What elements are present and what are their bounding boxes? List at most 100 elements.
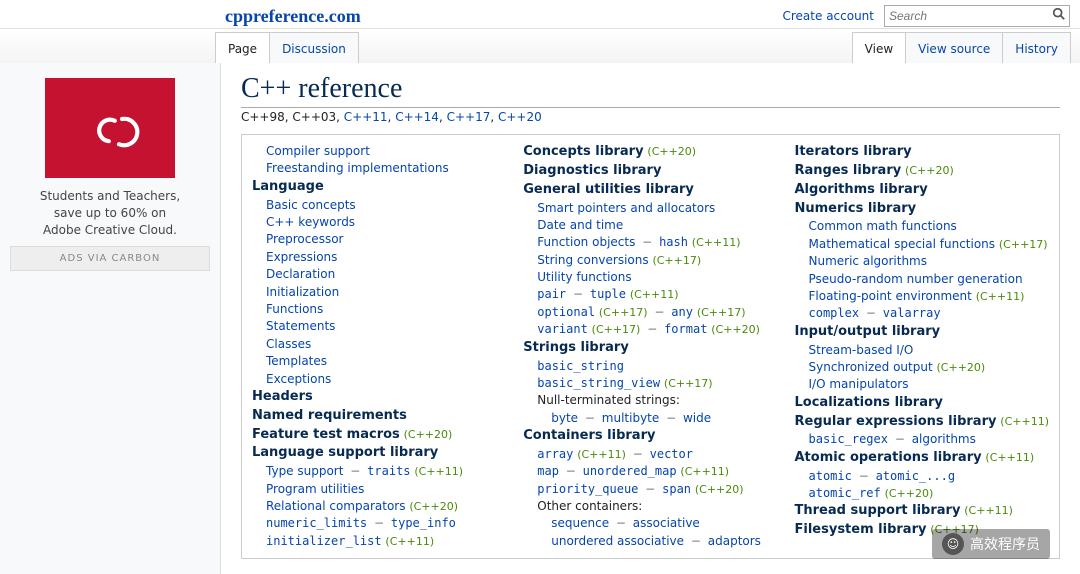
hd-concepts[interactable]: Concepts library [523, 144, 643, 159]
link-hash[interactable]: hash [659, 235, 688, 249]
link-unordered-map[interactable]: unordered_map [583, 464, 677, 478]
std-c14[interactable]: C++14 [395, 110, 439, 124]
link-prng[interactable]: Pseudo-random number generation [809, 272, 1023, 286]
link-traits[interactable]: traits [367, 464, 410, 478]
link-stream-io[interactable]: Stream-based I/O [809, 343, 914, 357]
link-classes[interactable]: Classes [266, 337, 311, 351]
search-input[interactable] [884, 5, 1070, 27]
create-account-link[interactable]: Create account [783, 9, 875, 23]
link-basic-concepts[interactable]: Basic concepts [266, 198, 356, 212]
link-freestanding[interactable]: Freestanding implementations [266, 161, 449, 175]
link-atomic[interactable]: atomic [809, 469, 852, 483]
hd-diagnostics[interactable]: Diagnostics library [523, 163, 661, 178]
hd-named-req[interactable]: Named requirements [252, 408, 407, 423]
link-templates[interactable]: Templates [266, 354, 327, 368]
link-keywords[interactable]: C++ keywords [266, 215, 355, 229]
link-multibyte[interactable]: multibyte [602, 411, 659, 425]
hd-lang-support[interactable]: Language support library [252, 445, 438, 460]
tab-view-source[interactable]: View source [905, 32, 1003, 63]
link-priority-queue[interactable]: priority_queue [537, 482, 638, 496]
link-unordered-assoc[interactable]: unordered associative [551, 534, 684, 548]
link-datetime[interactable]: Date and time [537, 218, 623, 232]
link-util-func[interactable]: Utility functions [537, 270, 631, 284]
link-reg-algorithms[interactable]: algorithms [912, 432, 976, 446]
std-c17[interactable]: C++17 [447, 110, 491, 124]
ad-image[interactable] [45, 78, 175, 178]
hd-io[interactable]: Input/output library [795, 324, 941, 339]
tab-page[interactable]: Page [215, 32, 270, 63]
hd-atomic[interactable]: Atomic operations library [795, 450, 982, 465]
link-span[interactable]: span [662, 482, 691, 496]
link-func-obj[interactable]: Function objects [537, 235, 635, 249]
link-byte[interactable]: byte [551, 411, 578, 425]
link-statements[interactable]: Statements [266, 319, 335, 333]
hd-feature-test[interactable]: Feature test macros [252, 427, 400, 442]
link-array[interactable]: array [537, 447, 573, 461]
link-adaptors[interactable]: adaptors [708, 534, 761, 548]
hd-filesystem[interactable]: Filesystem library [795, 522, 927, 537]
link-type-support[interactable]: Type support [266, 464, 343, 478]
sidebar: Students and Teachers, save up to 60% on… [0, 63, 220, 574]
hd-containers[interactable]: Containers library [523, 428, 655, 443]
link-optional[interactable]: optional [537, 305, 595, 319]
link-atomic-flag[interactable]: atomic_...g [876, 469, 955, 483]
tab-view[interactable]: View [852, 32, 906, 63]
link-pair[interactable]: pair [537, 287, 566, 301]
link-associative[interactable]: associative [633, 516, 700, 530]
hd-language[interactable]: Language [252, 179, 324, 194]
col-1: Compiler support Freestanding implementa… [252, 143, 503, 550]
tab-discussion[interactable]: Discussion [269, 32, 359, 63]
link-variant[interactable]: variant [537, 322, 588, 336]
link-exceptions[interactable]: Exceptions [266, 372, 331, 386]
site-title-link[interactable]: cppreference.com [225, 6, 361, 27]
ad-text[interactable]: Students and Teachers, save up to 60% on… [10, 188, 210, 246]
link-numeric-limits[interactable]: numeric_limits [266, 516, 367, 530]
link-fp-env[interactable]: Floating-point environment [809, 289, 972, 303]
link-expressions[interactable]: Expressions [266, 250, 337, 264]
search-icon[interactable] [1052, 7, 1066, 25]
link-type-info[interactable]: type_info [391, 516, 456, 530]
link-math-special[interactable]: Mathematical special functions [809, 237, 996, 251]
link-preprocessor[interactable]: Preprocessor [266, 232, 343, 246]
link-basic-regex[interactable]: basic_regex [809, 432, 888, 446]
link-relational[interactable]: Relational comparators [266, 499, 405, 513]
hd-algorithms[interactable]: Algorithms library [795, 182, 928, 197]
link-any[interactable]: any [671, 305, 693, 319]
hd-numerics[interactable]: Numerics library [795, 201, 917, 216]
hd-iterators[interactable]: Iterators library [795, 144, 912, 159]
std-c11[interactable]: C++11 [344, 110, 388, 124]
link-complex[interactable]: complex [809, 306, 860, 320]
ads-via-carbon[interactable]: ADS VIA CARBON [10, 246, 210, 271]
link-declaration[interactable]: Declaration [266, 267, 335, 281]
std-c20[interactable]: C++20 [498, 110, 542, 124]
link-valarray[interactable]: valarray [883, 306, 941, 320]
hd-thread[interactable]: Thread support library [795, 503, 961, 518]
hd-regex[interactable]: Regular expressions library [795, 414, 997, 429]
tab-history[interactable]: History [1002, 32, 1071, 63]
hd-headers[interactable]: Headers [252, 389, 313, 404]
link-program-utils[interactable]: Program utilities [266, 482, 364, 496]
link-string-conv[interactable]: String conversions [537, 253, 648, 267]
hd-localizations[interactable]: Localizations library [795, 395, 943, 410]
hd-strings[interactable]: Strings library [523, 340, 629, 355]
link-wide[interactable]: wide [683, 411, 711, 425]
hd-ranges[interactable]: Ranges library [795, 163, 902, 178]
link-map[interactable]: map [537, 464, 559, 478]
link-basic-string[interactable]: basic_string [537, 359, 624, 373]
link-smart-ptr[interactable]: Smart pointers and allocators [537, 201, 715, 215]
link-initialization[interactable]: Initialization [266, 285, 339, 299]
hd-general-util[interactable]: General utilities library [523, 182, 694, 197]
link-vector[interactable]: vector [650, 447, 693, 461]
link-initializer-list[interactable]: initializer_list [266, 534, 382, 548]
link-compiler-support[interactable]: Compiler support [266, 144, 370, 158]
link-atomic-ref[interactable]: atomic_ref [809, 486, 881, 500]
link-io-manip[interactable]: I/O manipulators [809, 377, 909, 391]
link-basic-string-view[interactable]: basic_string_view [537, 376, 660, 390]
link-functions[interactable]: Functions [266, 302, 323, 316]
link-tuple[interactable]: tuple [590, 287, 626, 301]
link-numeric-algo[interactable]: Numeric algorithms [809, 254, 928, 268]
link-sequence[interactable]: sequence [551, 516, 609, 530]
link-common-math[interactable]: Common math functions [809, 219, 957, 233]
link-sync-out[interactable]: Synchronized output [809, 360, 933, 374]
link-format[interactable]: format [664, 322, 707, 336]
